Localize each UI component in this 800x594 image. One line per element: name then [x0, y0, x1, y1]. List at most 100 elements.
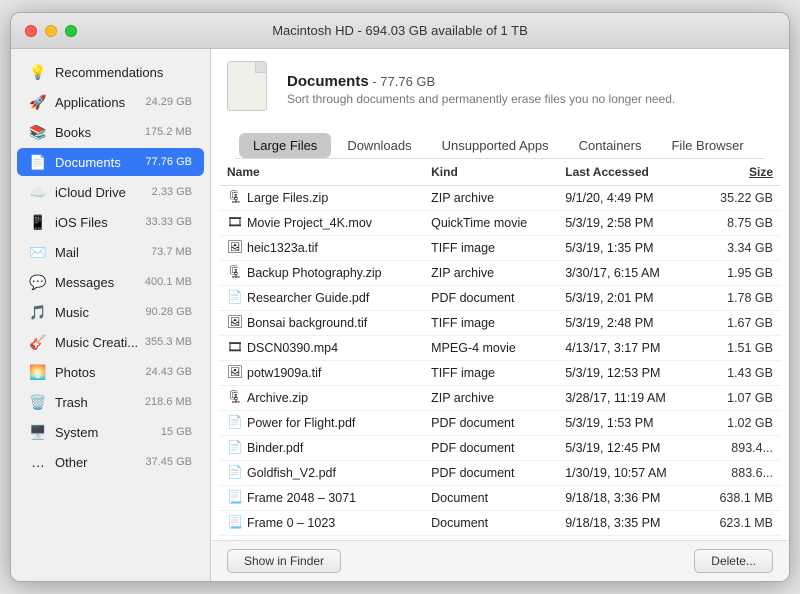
table-row[interactable]: 🖼potw1909a.tifTIFF image5/3/19, 12:53 PM… [219, 361, 781, 386]
table-row[interactable]: 🗜Archive.zipZIP archive3/28/17, 11:19 AM… [219, 386, 781, 411]
close-button[interactable] [25, 25, 37, 37]
file-name-cell: 🎞Movie Project_4K.mov [219, 211, 423, 235]
file-accessed-cell: 9/1/20, 4:49 PM [557, 186, 698, 211]
table-row[interactable]: 🖼Bonsai background.tifTIFF image5/3/19, … [219, 311, 781, 336]
sidebar-item-photos[interactable]: 🌅Photos24.43 GB [17, 358, 204, 386]
sidebar-item-applications[interactable]: 🚀Applications24.29 GB [17, 88, 204, 116]
trash-icon: 🗑️ [29, 393, 47, 411]
table-row[interactable]: 📃Frame 2048 – 3071Document9/18/18, 3:36 … [219, 486, 781, 511]
file-accessed-cell: 4/13/17, 3:17 PM [557, 336, 698, 361]
file-table: Name Kind Last Accessed Size 🗜Large File… [219, 159, 781, 540]
file-name-cell: 📄Binder.pdf [219, 436, 423, 460]
doc-icon: 📃 [227, 515, 243, 531]
file-kind-cell: ZIP archive [423, 261, 557, 286]
show-in-finder-button[interactable]: Show in Finder [227, 549, 341, 573]
file-name-cell: 📄Goldfish_V2.pdf [219, 461, 423, 485]
file-kind-cell: ZIP archive [423, 186, 557, 211]
sidebar-item-messages[interactable]: 💬Messages400.1 MB [17, 268, 204, 296]
table-row[interactable]: 📄Goldfish_V2.pdfPDF document1/30/19, 10:… [219, 461, 781, 486]
table-row[interactable]: 📄Researcher Guide.pdfPDF document5/3/19,… [219, 286, 781, 311]
maximize-button[interactable] [65, 25, 77, 37]
file-accessed-cell: 5/3/19, 2:58 PM [557, 211, 698, 236]
file-size-cell: 8.75 GB [698, 211, 781, 236]
tab-unsupported-apps[interactable]: Unsupported Apps [428, 133, 563, 158]
zip-icon: 🗜 [227, 190, 243, 206]
table-row[interactable]: 🎞DSCN0390.mp4MPEG-4 movie4/13/17, 3:17 P… [219, 336, 781, 361]
tab-containers[interactable]: Containers [565, 133, 656, 158]
file-size-cell: 1.07 GB [698, 386, 781, 411]
sidebar-item-icloud-drive[interactable]: ☁️iCloud Drive2.33 GB [17, 178, 204, 206]
file-kind-cell: MPEG-4 movie [423, 336, 557, 361]
file-table-container[interactable]: Name Kind Last Accessed Size 🗜Large File… [211, 159, 789, 540]
table-row[interactable]: 🗜Large Files.zipZIP archive9/1/20, 4:49 … [219, 186, 781, 211]
table-row[interactable]: 📄Binder.pdfPDF document5/3/19, 12:45 PM8… [219, 436, 781, 461]
sidebar-label-applications: Applications [55, 95, 146, 110]
tab-large-files[interactable]: Large Files [239, 133, 331, 158]
file-size-cell: 638.1 MB [698, 486, 781, 511]
file-kind-cell: PDF document [423, 436, 557, 461]
col-kind[interactable]: Kind [423, 159, 557, 186]
table-row[interactable]: 📄Power for Flight.pdfPDF document5/3/19,… [219, 411, 781, 436]
sidebar-item-other[interactable]: …Other37.45 GB [17, 448, 204, 476]
sidebar-item-documents[interactable]: 📄Documents77.76 GB [17, 148, 204, 176]
file-kind-cell: PDF document [423, 286, 557, 311]
window-title: Macintosh HD - 694.03 GB available of 1 … [272, 23, 528, 38]
sidebar-item-system[interactable]: 🖥️ System15 GB [17, 418, 204, 446]
file-accessed-cell: 3/30/17, 6:15 AM [557, 261, 698, 286]
table-row[interactable]: 🗜Backup Photography.zipZIP archive3/30/1… [219, 261, 781, 286]
tab-downloads[interactable]: Downloads [333, 133, 425, 158]
file-size-cell: 1.95 GB [698, 261, 781, 286]
mail-icon: ✉️ [29, 243, 47, 261]
sidebar-item-mail[interactable]: ✉️Mail73.7 MB [17, 238, 204, 266]
table-row[interactable]: 🎞Movie Project_4K.movQuickTime movie5/3/… [219, 211, 781, 236]
other-icon: … [29, 453, 47, 471]
sidebar-item-books[interactable]: 📚Books175.2 MB [17, 118, 204, 146]
movie-icon: 🎞 [227, 215, 243, 231]
minimize-button[interactable] [45, 25, 57, 37]
sidebar-label-recommendations: Recommendations [55, 65, 192, 80]
tab-file-browser[interactable]: File Browser [657, 133, 757, 158]
file-size-cell: 1.43 GB [698, 361, 781, 386]
sidebar-label-documents: Documents [55, 155, 146, 170]
sidebar-size-music: 90.28 GB [146, 306, 192, 318]
table-row[interactable]: 🖼heic1323a.tifTIFF image5/3/19, 1:35 PM3… [219, 236, 781, 261]
sidebar-item-music-creation[interactable]: 🎸Music Creati...355.3 MB [17, 328, 204, 356]
col-size[interactable]: Size [698, 159, 781, 186]
col-name[interactable]: Name [219, 159, 423, 186]
sidebar-item-recommendations[interactable]: 💡 Recommendations [17, 58, 204, 86]
music-creation-icon: 🎸 [29, 333, 47, 351]
pdf-icon: 📄 [227, 415, 243, 431]
sidebar-label-icloud-drive: iCloud Drive [55, 185, 152, 200]
sidebar-label-system: System [55, 425, 161, 440]
file-kind-cell: ZIP archive [423, 386, 557, 411]
sidebar-size-applications: 24.29 GB [146, 96, 192, 108]
delete-button[interactable]: Delete... [694, 549, 773, 573]
right-panel: Documents - 77.76 GB Sort through docume… [211, 49, 789, 581]
music-icon: 🎵 [29, 303, 47, 321]
main-content: 💡 Recommendations 🚀Applications24.29 GB📚Bo… [11, 49, 789, 581]
system-icon: 🖥️ [29, 423, 47, 441]
title-bar: Macintosh HD - 694.03 GB available of 1 … [11, 13, 789, 49]
file-size-cell: 1.02 GB [698, 411, 781, 436]
doc-icon [227, 61, 275, 117]
file-accessed-cell: 5/3/19, 1:53 PM [557, 411, 698, 436]
file-name-cell: 📃Frame 2048 – 3071 [219, 486, 423, 510]
panel-name: Documents [287, 73, 369, 90]
file-name-cell: 📃Frame 0 – 1023 [219, 511, 423, 535]
file-accessed-cell: 5/3/19, 12:45 PM [557, 436, 698, 461]
sidebar-item-trash[interactable]: 🗑️Trash218.6 MB [17, 388, 204, 416]
sidebar-size-music-creation: 355.3 MB [145, 336, 192, 348]
sidebar-item-music[interactable]: 🎵Music90.28 GB [17, 298, 204, 326]
photos-icon: 🌅 [29, 363, 47, 381]
panel-title-row: Documents - 77.76 GB Sort through docume… [227, 61, 773, 117]
pdf-icon: 📄 [227, 465, 243, 481]
recommendations-icon: 💡 [29, 63, 47, 81]
file-accessed-cell: 9/18/18, 3:35 PM [557, 511, 698, 536]
tabs-bar: Large Files Downloads Unsupported Apps C… [227, 123, 773, 158]
col-last-accessed[interactable]: Last Accessed [557, 159, 698, 186]
sidebar-size-system: 15 GB [161, 426, 192, 438]
panel-footer: Show in Finder Delete... [211, 540, 789, 581]
table-row[interactable]: 📃Frame 0 – 1023Document9/18/18, 3:35 PM6… [219, 511, 781, 536]
sidebar-item-ios-files[interactable]: 📱iOS Files33.33 GB [17, 208, 204, 236]
sidebar-size-ios-files: 33.33 GB [146, 216, 192, 228]
